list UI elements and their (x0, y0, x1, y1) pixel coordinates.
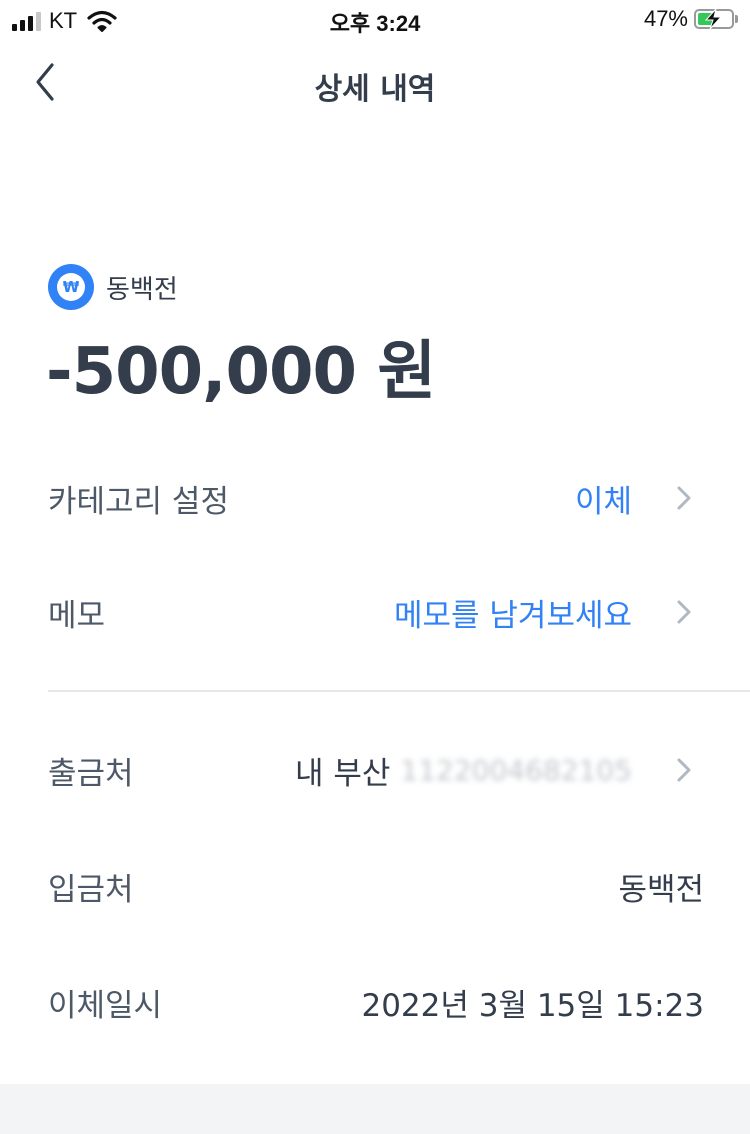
transaction-amount: -500,000 원 (46, 335, 436, 409)
battery-percent: 47% (643, 6, 688, 31)
won-coin-icon: ₩ (48, 264, 94, 310)
page-title: 상세 내역 (314, 72, 436, 107)
battery-cap (735, 15, 738, 23)
deposit-to-label: 입금처 (48, 871, 134, 908)
status-time: 오후 3:24 (329, 11, 421, 36)
transfer-datetime-row: 이체일시 2022년 3월 15일 15:23 (48, 972, 704, 1032)
category-label: 카테고리 설정 (48, 483, 229, 520)
footer-band (0, 1084, 750, 1134)
transfer-datetime-value: 2022년 3월 15일 15:23 (361, 987, 704, 1024)
memo-row[interactable]: 메모 메모를 남겨보세요 (48, 582, 704, 642)
status-bar: KT 오후 3:24 47% (0, 0, 750, 44)
charging-bolt-icon (704, 8, 723, 30)
nav-bar: 상세 내역 (0, 44, 750, 124)
chevron-right-icon (677, 600, 691, 624)
chevron-right-icon (677, 486, 691, 510)
memo-label: 메모 (48, 597, 106, 634)
withdraw-from-value: 내 부산 1122004682105 (295, 748, 632, 793)
category-value[interactable]: 이체 (575, 476, 632, 521)
chevron-right-icon (677, 758, 691, 782)
deposit-to-value: 동백전 (618, 871, 704, 908)
withdraw-from-label: 출금처 (48, 755, 134, 792)
category-row[interactable]: 카테고리 설정 이체 (48, 468, 704, 528)
status-bar-right: 47% (644, 6, 738, 32)
battery-icon (694, 8, 734, 30)
withdraw-from-row[interactable]: 출금처 내 부산 1122004682105 (48, 740, 704, 800)
won-glyph: ₩ (57, 273, 85, 301)
deposit-to-row: 입금처 동백전 (48, 856, 704, 916)
withdraw-account-name: 내 부산 (294, 755, 391, 792)
transfer-datetime-label: 이체일시 (48, 987, 163, 1024)
account-name: 동백전 (106, 274, 178, 305)
memo-placeholder[interactable]: 메모를 남겨보세요 (394, 590, 632, 635)
account-header: ₩ 동백전 (48, 264, 178, 310)
withdraw-account-number-blurred: 1122004682105 (400, 753, 632, 787)
section-divider (48, 690, 750, 692)
